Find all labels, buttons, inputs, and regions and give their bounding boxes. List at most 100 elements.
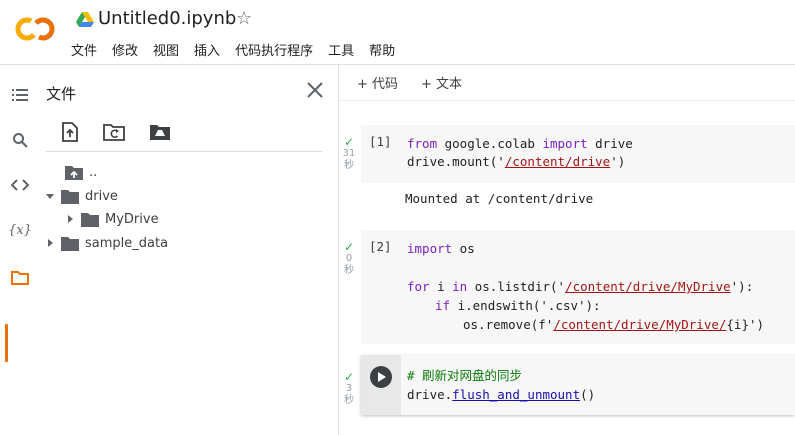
- star-icon[interactable]: ☆: [236, 8, 252, 29]
- menu-help[interactable]: 帮助: [369, 40, 395, 59]
- variables-icon[interactable]: {x}: [7, 217, 33, 243]
- code-cell[interactable]: [2] import os for i in os.listdir('/cont…: [361, 230, 795, 344]
- files-button[interactable]: [7, 265, 33, 291]
- add-text-button[interactable]: + 文本: [421, 73, 462, 92]
- active-indicator: [5, 324, 8, 362]
- menu-runtime[interactable]: 代码执行程序: [235, 40, 313, 59]
- path-link[interactable]: /content/drive/MyDrive/: [553, 317, 726, 332]
- notebook-toolbar: + 代码 + 文本: [339, 65, 795, 101]
- tree-item-label: drive: [85, 188, 118, 204]
- code-text: drive.: [407, 387, 453, 402]
- code-text: os.remove(f': [463, 317, 554, 332]
- code-text: drive: [587, 136, 633, 151]
- chevron-right-icon[interactable]: [65, 214, 75, 224]
- code-text: (): [580, 387, 596, 402]
- list-icon: [12, 89, 28, 101]
- tree-item-drive[interactable]: drive: [45, 185, 118, 207]
- cell-duration-unit: 秒: [344, 160, 354, 171]
- code-cell-content: # 刷新对网盘的同步 drive.flush_and_unmount(): [361, 355, 795, 415]
- success-check-icon: ✓: [343, 370, 355, 384]
- code-text: os.listdir(': [467, 279, 566, 294]
- code-text: i: [429, 279, 453, 294]
- code-text: '): [610, 154, 626, 169]
- menu-view[interactable]: 视图: [153, 40, 179, 59]
- code-line: # 刷新对网盘的同步: [407, 367, 522, 385]
- code-line: drive.flush_and_unmount(): [407, 386, 595, 404]
- keyword: import: [542, 136, 588, 151]
- tree-item-mydrive[interactable]: MyDrive: [65, 208, 159, 230]
- success-check-icon: ✓: [343, 240, 355, 254]
- tree-item-sample-data[interactable]: sample_data: [45, 232, 168, 254]
- keyword: for: [407, 279, 430, 294]
- comment: # 刷新对网盘的同步: [407, 368, 523, 383]
- cell-status: ✓ 3 秒: [340, 371, 358, 407]
- panel-divider-vertical: [338, 65, 339, 435]
- code-line: import os: [407, 240, 475, 258]
- cell-duration: 3: [345, 383, 353, 394]
- execution-count: [1]: [369, 134, 392, 149]
- path-link[interactable]: /content/drive/MyDrive: [565, 279, 731, 294]
- menu-file[interactable]: 文件: [71, 40, 97, 59]
- code-line: os.remove(f'/content/drive/MyDrive/{i}'): [463, 316, 764, 334]
- menu-edit[interactable]: 修改: [112, 40, 138, 59]
- tree-item-parent[interactable]: ..: [65, 161, 97, 183]
- execution-count: [2]: [369, 239, 392, 254]
- refresh-folder-icon[interactable]: [103, 121, 125, 143]
- cell-duration-unit: 秒: [344, 265, 354, 276]
- code-text: drive.mount(': [407, 154, 505, 169]
- google-drive-icon[interactable]: [76, 12, 94, 28]
- tree-item-label: ..: [89, 164, 98, 180]
- search-icon: [13, 133, 28, 148]
- toolbar-divider: [339, 100, 795, 101]
- table-of-contents-button[interactable]: [7, 82, 33, 108]
- cell-duration: 0: [345, 253, 353, 264]
- folder-icon: [61, 237, 79, 251]
- keyword: if: [435, 298, 451, 313]
- cell-duration: 31: [342, 148, 356, 159]
- folder-icon: [11, 271, 29, 285]
- code-text: os: [452, 241, 475, 256]
- tree-item-label: sample_data: [85, 235, 169, 251]
- code-line: if i.endswith('.csv'):: [435, 297, 601, 315]
- path-link[interactable]: /content/drive: [505, 154, 610, 169]
- menu-tools[interactable]: 工具: [328, 40, 354, 59]
- add-code-button[interactable]: + 代码: [357, 73, 398, 92]
- colab-logo-icon[interactable]: [14, 14, 56, 44]
- cell-output: Mounted at /content/drive: [405, 191, 594, 206]
- code-cell[interactable]: [1] from google.colab import drive drive…: [361, 125, 795, 183]
- code-text: {i}'): [726, 317, 765, 332]
- cell-duration-unit: 秒: [344, 395, 354, 406]
- upload-file-icon[interactable]: [59, 121, 81, 143]
- folder-icon: [81, 213, 99, 227]
- keyword: import: [407, 241, 453, 256]
- code-text: google.colab: [437, 136, 543, 151]
- tree-item-label: MyDrive: [105, 211, 159, 227]
- code-text: i.endswith('.csv'):: [450, 298, 601, 313]
- panel-title: 文件: [46, 85, 77, 103]
- cell-status: ✓ 31 秒: [340, 136, 358, 172]
- success-check-icon: ✓: [343, 135, 355, 149]
- files-panel: 文件 .. drive MyDrive sample_data: [38, 65, 338, 435]
- close-icon[interactable]: [304, 79, 326, 101]
- search-button[interactable]: [7, 127, 33, 153]
- keyword: from: [407, 136, 438, 151]
- code-line: from google.colab import drive: [407, 135, 633, 153]
- mount-drive-icon[interactable]: [149, 121, 171, 143]
- code-snippets-button[interactable]: [7, 172, 33, 198]
- menu-insert[interactable]: 插入: [194, 40, 220, 59]
- app-header: Untitled0.ipynb ☆ 文件 修改 视图 插入 代码执行程序 工具 帮助: [0, 0, 795, 64]
- chevron-down-icon[interactable]: [45, 191, 55, 201]
- function-link[interactable]: flush_and_unmount: [452, 387, 580, 402]
- side-rail: {x}: [0, 65, 38, 435]
- chevron-right-icon[interactable]: [45, 238, 55, 248]
- code-line: for i in os.listdir('/content/drive/MyDr…: [407, 278, 753, 296]
- menu-bar: 文件 修改 视图 插入 代码执行程序 工具 帮助: [71, 40, 410, 60]
- code-icon: [11, 179, 29, 191]
- cell-status: ✓ 0 秒: [340, 241, 358, 277]
- code-line: drive.mount('/content/drive'): [407, 153, 625, 171]
- folder-up-icon: [65, 166, 83, 180]
- panel-divider: [46, 151, 322, 152]
- code-text: '):: [730, 279, 754, 294]
- keyword: in: [452, 279, 468, 294]
- notebook-title[interactable]: Untitled0.ipynb: [98, 8, 236, 29]
